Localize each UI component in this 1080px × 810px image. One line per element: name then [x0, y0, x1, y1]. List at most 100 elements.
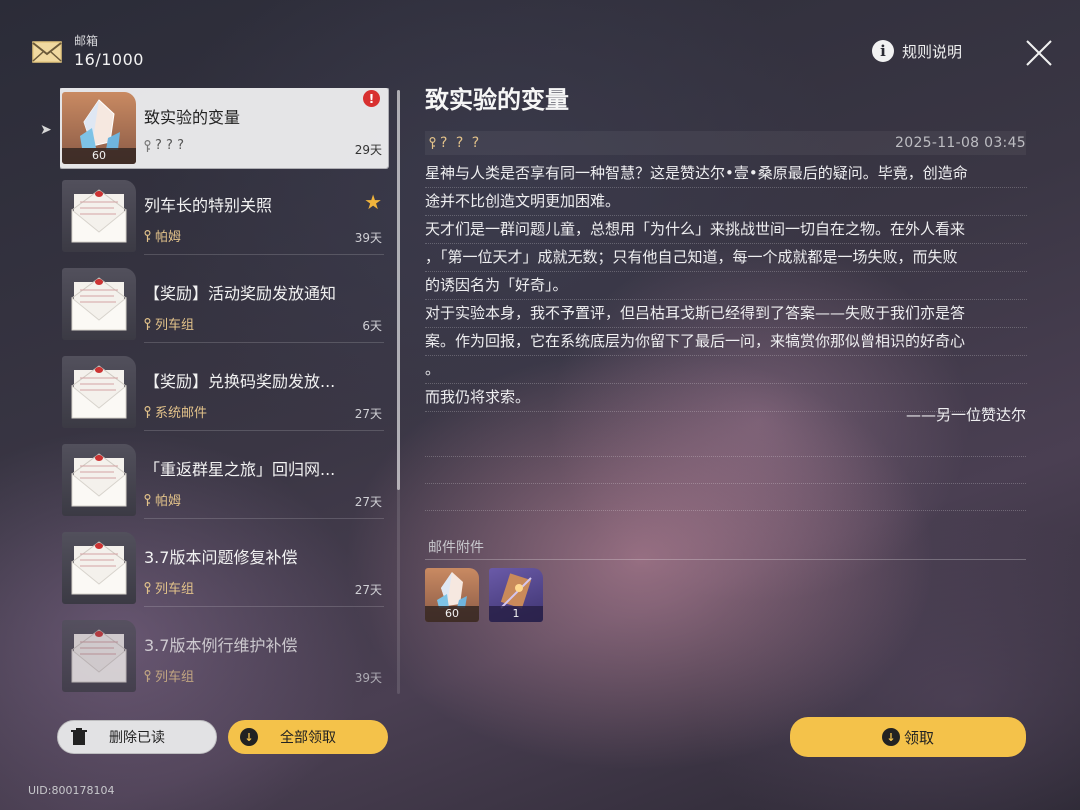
star-icon: ★ — [364, 190, 382, 214]
mail-item[interactable]: 【奖励】兑换码奖励发放... 系统邮件 27天 — [60, 352, 388, 432]
ruled-line — [425, 510, 1026, 511]
body-line: 途并不比创造文明更加困难。 — [425, 188, 1027, 216]
key-icon — [144, 317, 151, 330]
rules-label: 规则说明 — [902, 42, 963, 61]
envelope-icon — [71, 365, 127, 419]
info-icon: i — [872, 40, 894, 62]
mail-days-left: 27天 — [354, 583, 382, 597]
divider — [144, 430, 384, 431]
envelope-icon — [71, 277, 127, 331]
mail-days-left: 29天 — [354, 143, 382, 157]
attachment-crystal[interactable]: 60 — [425, 568, 479, 622]
mail-sender: 帕姆 — [144, 226, 181, 245]
ruled-line — [425, 456, 1026, 457]
key-icon — [144, 229, 151, 242]
key-icon — [144, 581, 151, 594]
mail-sender: 列车组 — [144, 314, 194, 333]
mail-list: 60 致实验的变量 ? ? ? 29天 ! 列车长的特别关照 帕姆 39天 ★ … — [60, 88, 390, 694]
mail-body: 星神与人类是否享有同一种智慧？这是赞达尔•壹•桑原最后的疑问。毕竟，创造命 途并… — [425, 160, 1027, 412]
delete-read-label: 删除已读 — [109, 730, 165, 746]
mail-thumb — [62, 268, 136, 340]
mail-thumb — [62, 532, 136, 604]
mail-title: 3.7版本例行维护补偿 — [144, 636, 298, 655]
mail-title: 「重返群星之旅」回归网... — [144, 460, 336, 479]
divider — [144, 342, 384, 343]
rules-button[interactable]: i 规则说明 — [872, 40, 962, 62]
divider — [144, 518, 384, 519]
key-icon — [429, 137, 436, 149]
mail-days-left: 39天 — [354, 231, 382, 245]
envelope-icon — [71, 453, 127, 507]
attachment-quantity: 1 — [489, 606, 543, 622]
divider — [144, 606, 384, 607]
claim-label: 领取 — [903, 728, 934, 747]
body-line: 星神与人类是否享有同一种智慧？这是赞达尔•壹•桑原最后的疑问。毕竟，创造命 — [425, 160, 1027, 188]
mail-item[interactable]: 列车长的特别关照 帕姆 39天 ★ — [60, 176, 388, 256]
attachments-label: 邮件附件 — [428, 540, 484, 556]
mail-thumb — [62, 620, 136, 692]
uid-text: UID:800178104 — [28, 784, 115, 797]
key-icon — [144, 139, 151, 152]
mail-detail-meta: ? ? ? 2025-11-08 03:45 — [425, 131, 1026, 155]
mail-sender: ? ? ? — [144, 138, 184, 153]
unread-alert-icon: ! — [363, 90, 380, 107]
attachment-light-cone[interactable]: 1 — [489, 568, 543, 622]
mail-sender: 系统邮件 — [144, 402, 207, 421]
mailbox-header: 邮箱 16/1000 — [32, 34, 144, 70]
body-line: 案。作为回报，它在系统底层为你留下了最后一问，来犒赏你那似曾相识的好奇心 — [425, 328, 1027, 356]
mail-item[interactable]: 3.7版本问题修复补偿 列车组 27天 — [60, 528, 388, 608]
mail-item[interactable]: 「重返群星之旅」回归网... 帕姆 27天 — [60, 440, 388, 520]
key-icon — [144, 405, 151, 418]
body-line: 的诱因名为「好奇」。 — [425, 272, 1027, 300]
mail-item-selected[interactable]: 60 致实验的变量 ? ? ? 29天 ! — [60, 88, 388, 168]
mail-title: 【奖励】兑换码奖励发放... — [144, 372, 336, 391]
ruled-line — [425, 483, 1026, 484]
mail-days-left: 27天 — [354, 407, 382, 421]
body-line: 。 — [425, 356, 1027, 384]
mail-title: 列车长的特别关照 — [144, 196, 273, 215]
mail-item[interactable]: 【奖励】活动奖励发放通知 列车组 6天 — [60, 264, 388, 344]
mail-title: 3.7版本问题修复补偿 — [144, 548, 298, 567]
mail-signature: ——另一位赞达尔 — [905, 406, 1026, 424]
key-icon — [144, 493, 151, 506]
mail-item[interactable]: 3.7版本例行维护补偿 列车组 39天 — [60, 616, 388, 694]
mail-thumb — [62, 180, 136, 252]
mail-count: 16/1000 — [74, 50, 144, 69]
key-icon — [144, 669, 151, 682]
detail-sender: ? ? ? — [429, 135, 481, 151]
delete-read-button[interactable]: 删除已读 — [57, 720, 217, 754]
mail-title: 致实验的变量 — [144, 108, 241, 127]
download-icon: ↓ — [881, 728, 900, 746]
mail-days-left: 6天 — [362, 319, 382, 333]
mail-icon — [32, 41, 62, 63]
divider — [144, 254, 384, 255]
envelope-icon — [71, 189, 127, 243]
claim-all-label: 全部领取 — [280, 730, 336, 746]
item-quantity: 60 — [62, 148, 136, 164]
body-line: 对于实验本身，我不予置评，但吕枯耳戈斯已经得到了答案——失败于我们亦是答 — [425, 300, 1027, 328]
envelope-icon — [71, 541, 127, 595]
mail-sender: 列车组 — [144, 666, 194, 685]
mail-thumb — [62, 356, 136, 428]
attachments-divider — [425, 559, 1026, 560]
claim-all-button[interactable]: ↓ 全部领取 — [228, 720, 388, 754]
body-line: ，「第一位天才」成就无数；只有他自己知道，每一个成就都是一场失败，而失败 — [425, 244, 1027, 272]
mail-days-left: 39天 — [354, 671, 382, 685]
attachment-quantity: 60 — [425, 606, 479, 622]
download-icon: ↓ — [240, 728, 258, 746]
mail-title: 【奖励】活动奖励发放通知 — [144, 284, 337, 303]
body-line: 天才们是一群问题儿童，总想用「为什么」来挑战世间一切自在之物。在外人看来 — [425, 216, 1027, 244]
mail-thumb: 60 — [62, 92, 136, 164]
mail-detail-title: 致实验的变量 — [425, 86, 569, 114]
list-scrollbar-thumb[interactable] — [397, 90, 400, 490]
envelope-icon — [71, 629, 127, 683]
close-icon[interactable] — [1024, 38, 1054, 68]
mail-days-left: 27天 — [354, 495, 382, 509]
claim-button[interactable]: ↓ 领取 — [790, 717, 1026, 757]
mail-thumb — [62, 444, 136, 516]
mailbox-label: 邮箱 — [74, 34, 99, 48]
trash-icon — [70, 728, 88, 746]
mail-sender: 列车组 — [144, 578, 194, 597]
mail-sender: 帕姆 — [144, 490, 181, 509]
selection-indicator-icon: ➤ — [40, 122, 52, 138]
